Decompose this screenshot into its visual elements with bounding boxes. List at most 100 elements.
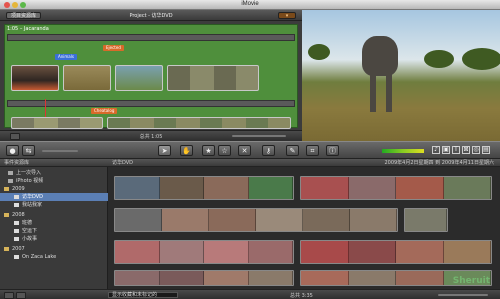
elephant-leg — [370, 72, 376, 112]
project-storyboard[interactable]: 1:05 – Jacaranda Ejected Animals Cheatal… — [4, 24, 298, 129]
clip-animals[interactable] — [115, 65, 163, 91]
play-event-button[interactable] — [4, 292, 14, 299]
sidebar-footer — [0, 289, 108, 299]
project-pane: 项目资源库 Project - 访华DVD ▾ 1:05 – Jacaranda… — [0, 10, 302, 141]
sidebar-item-label: 班德 — [22, 220, 33, 226]
photo-icon[interactable]: ▣ — [442, 146, 450, 154]
crop-tool[interactable]: ⌗ — [306, 145, 319, 156]
sidebar-item-label: On Zaca Lake — [22, 254, 57, 260]
sidebar-item-event[interactable]: On Zaca Lake — [0, 253, 108, 261]
clip-lions-pair[interactable] — [167, 65, 259, 91]
title-tag-animals[interactable]: Animals — [55, 54, 77, 60]
thumb-size-slider[interactable] — [42, 150, 78, 152]
sidebar-item-event[interactable]: 班德 — [0, 219, 108, 227]
event-zoom-slider[interactable] — [438, 294, 488, 296]
arrow-tool[interactable]: ➤ — [158, 145, 171, 156]
event-date-range: 2009年4月2日星期四 到 2009年4月11日星期六 — [384, 160, 494, 166]
folder-icon — [8, 170, 13, 175]
event-filmstrip[interactable] — [114, 176, 294, 200]
project-header: 项目资源库 Project - 访华DVD ▾ — [0, 10, 302, 21]
sidebar-item-event[interactable]: 空运下 — [0, 227, 108, 235]
sidebar-item-label: 2009 — [12, 186, 25, 192]
event-icon — [14, 236, 19, 241]
info-tool[interactable]: ⓘ — [326, 145, 339, 156]
reject-tool[interactable]: ✕ — [238, 145, 251, 156]
sidebar-item-label: iPhoto 视频 — [16, 178, 44, 184]
music-icon[interactable]: ♪ — [432, 146, 440, 154]
sidebar-item-2009[interactable]: 2009 — [0, 185, 108, 193]
sidebar-item-last-import[interactable]: 上一次导入 — [0, 169, 108, 177]
viewer-tree — [308, 44, 330, 60]
event-browser: 访华DVD 2009年4月2日星期四 到 2009年4月11日星期六 Sheru… — [108, 159, 500, 299]
sidebar-item-label: 访华DVD — [22, 194, 44, 200]
clip-elephant-1[interactable] — [11, 117, 103, 129]
transition-icon[interactable]: ⊠ — [462, 146, 470, 154]
sidebar-item-event-selected[interactable]: 访华DVD — [0, 193, 108, 201]
title-bar: iMovie — [0, 0, 500, 10]
sidebar-item-label: 2008 — [12, 212, 25, 218]
sidebar-item-label: 2007 — [12, 246, 25, 252]
viewer-tree — [424, 50, 454, 68]
sidebar-item-event[interactable]: 我站我家 — [0, 201, 108, 209]
elephant-leg — [386, 72, 392, 112]
sidebar-item-2007[interactable]: 2007 — [0, 245, 108, 253]
favorite-tool[interactable]: ★ — [202, 145, 215, 156]
toolbar: ● ⇆ ➤ ✋ ★ ☆ ✕ ⚷ ✎ ⌗ ⓘ ♪ ▣ T ⊠ ◎ ▤ — [0, 141, 500, 159]
event-name: 访华DVD — [112, 160, 134, 166]
clip-elephant-2[interactable] — [107, 117, 291, 129]
map-icon[interactable]: ◎ — [472, 146, 480, 154]
event-icon — [14, 220, 19, 225]
event-browser-header: 访华DVD 2009年4月2日星期四 到 2009年4月11日星期六 — [108, 159, 500, 167]
project-footer: 总共 1:05 — [0, 130, 302, 141]
event-filmstrip[interactable] — [300, 176, 492, 200]
sidebar-item-event[interactable]: 小故事 — [0, 235, 108, 243]
event-icon — [14, 228, 19, 233]
event-filmstrip[interactable] — [114, 270, 294, 286]
clip-label: 1:05 – Jacaranda — [7, 26, 49, 32]
show-filter-select[interactable]: 显示收藏和未标记的 — [108, 292, 178, 298]
event-total-duration: 总共 3:35 — [290, 293, 313, 299]
sidebar-item-label: 上一次导入 — [16, 170, 42, 176]
keyword-tool[interactable]: ⚷ — [262, 145, 275, 156]
sidebar-item-2008[interactable]: 2008 — [0, 211, 108, 219]
project-zoom-slider[interactable] — [232, 135, 286, 137]
year-icon — [4, 186, 9, 191]
year-icon — [4, 246, 9, 251]
project-row-2 — [7, 100, 295, 107]
event-filmstrip[interactable] — [404, 208, 448, 232]
project-title: Project - 访华DVD — [129, 13, 173, 19]
dropper-tool[interactable]: ✎ — [286, 145, 299, 156]
title-icon[interactable]: T — [452, 146, 460, 154]
background-icon[interactable]: ▤ — [482, 146, 490, 154]
unmark-tool[interactable]: ☆ — [218, 145, 231, 156]
clip-lion[interactable] — [63, 65, 111, 91]
hand-tool[interactable]: ✋ — [180, 145, 193, 156]
viewer[interactable] — [302, 10, 500, 141]
play-event-fullscreen-button[interactable] — [16, 292, 26, 299]
event-filmstrip[interactable] — [114, 240, 294, 264]
event-library-sidebar: 事件资源库 上一次导入 iPhoto 视频 2009 访华DVD 我站我家 20… — [0, 159, 108, 299]
clip-sunset[interactable] — [11, 65, 59, 91]
audio-level-meter — [382, 149, 424, 153]
record-icon[interactable]: ● — [6, 145, 19, 156]
title-tag-cheatalog[interactable]: Cheatalog — [91, 108, 118, 114]
sidebar-item-label: 空运下 — [22, 228, 38, 234]
event-icon — [14, 254, 19, 259]
title-tag-ejected[interactable]: Ejected — [103, 45, 124, 51]
event-filmstrip[interactable] — [114, 208, 398, 232]
switch-icon[interactable]: ⇆ — [22, 145, 35, 156]
sidebar-item-label: 小故事 — [22, 236, 38, 242]
year-icon — [4, 212, 9, 217]
sidebar-item-label: 我站我家 — [22, 202, 43, 208]
elephant-figure — [362, 36, 398, 76]
window-title: iMovie — [241, 1, 259, 7]
project-options-button[interactable]: ▾ — [278, 12, 296, 19]
event-icon — [14, 202, 19, 207]
sidebar-item-iphoto[interactable]: iPhoto 视频 — [0, 177, 108, 185]
event-filmstrip[interactable] — [300, 240, 492, 264]
project-row-1 — [7, 34, 295, 41]
event-library-header: 事件资源库 — [0, 159, 108, 167]
watermark: Sheruit — [452, 276, 490, 286]
event-icon — [14, 194, 19, 199]
viewer-tree — [462, 48, 500, 70]
